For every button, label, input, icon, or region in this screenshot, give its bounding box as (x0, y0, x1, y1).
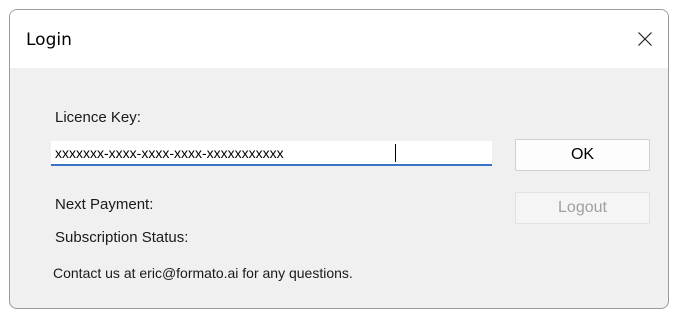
dialog-body: Licence Key: OK Next Payment: Logout Sub… (10, 68, 668, 308)
licence-key-input[interactable] (51, 141, 492, 166)
subscription-status-label: Subscription Status: (55, 229, 189, 246)
login-dialog: Login Licence Key: OK Next Payment: Logo… (9, 9, 669, 309)
logout-button[interactable]: Logout (515, 192, 650, 224)
ok-button[interactable]: OK (515, 139, 650, 171)
text-caret (395, 144, 396, 162)
close-button[interactable] (622, 10, 668, 68)
title-bar[interactable]: Login (10, 10, 668, 68)
licence-key-label: Licence Key: (55, 109, 141, 126)
next-payment-label: Next Payment: (55, 196, 154, 213)
close-icon (637, 31, 653, 47)
dialog-title: Login (26, 30, 72, 50)
contact-text: Contact us at eric@formato.ai for any qu… (53, 265, 353, 281)
